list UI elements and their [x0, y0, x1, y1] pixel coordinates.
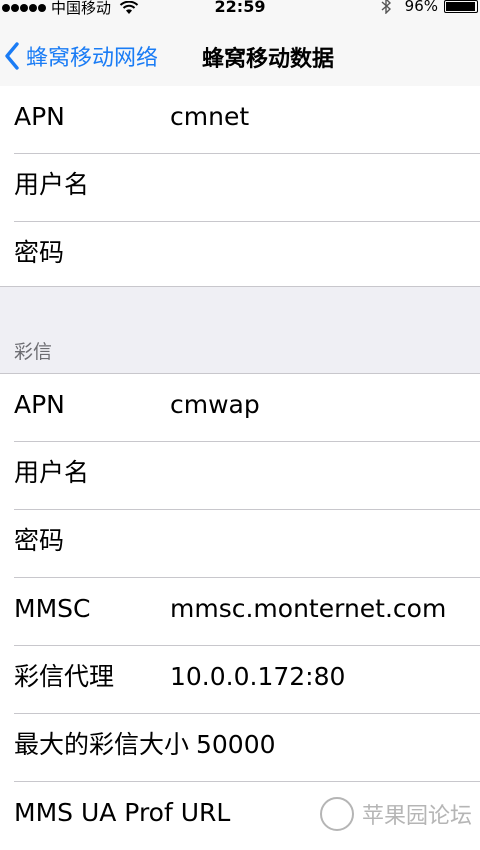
- mms-apn-field[interactable]: cmwap: [170, 374, 260, 442]
- status-bar: 中国移动 22:59 96%: [0, 0, 480, 20]
- row-label: APN: [14, 390, 65, 419]
- row-label: APN: [14, 102, 65, 131]
- navigation-bar: 蜂窝移动网络 蜂窝移动数据: [0, 20, 480, 90]
- status-right: 96%: [381, 0, 478, 15]
- list-item[interactable]: 用户名: [0, 442, 480, 510]
- row-label: MMS UA Prof URL: [14, 798, 231, 827]
- cellular-data-group: APN cmnet 用户名 密码: [0, 86, 480, 290]
- row-label: 彩信代理: [14, 662, 115, 691]
- mms-group: APN cmwap 用户名 密码 MMSC mmsc.monternet.com…: [0, 374, 480, 850]
- row-label: 密码: [14, 526, 65, 555]
- list-item[interactable]: APN cmwap: [0, 374, 480, 442]
- list-item[interactable]: 密码: [0, 510, 480, 578]
- watermark-text: 苹果园论坛: [361, 804, 472, 829]
- battery-fill: [446, 1, 475, 11]
- page-title: 蜂窝移动数据: [202, 47, 335, 72]
- list-item[interactable]: 用户名: [0, 154, 480, 222]
- list-item[interactable]: 彩信代理 10.0.0.172:80: [0, 646, 480, 714]
- list-item[interactable]: APN cmnet: [0, 86, 480, 154]
- chevron-left-icon: [5, 42, 19, 70]
- mms-max-size-field[interactable]: 50000: [196, 714, 276, 782]
- battery-percent: 96%: [404, 0, 438, 15]
- mmsc-field[interactable]: mmsc.monternet.com: [170, 578, 446, 646]
- apn-field[interactable]: cmnet: [170, 86, 249, 154]
- battery-icon: [444, 0, 478, 13]
- list-item[interactable]: MMSC mmsc.monternet.com: [0, 578, 480, 646]
- watermark: 苹果园论坛: [319, 797, 472, 831]
- back-button-label: 蜂窝移动网络: [26, 46, 159, 71]
- back-button[interactable]: 蜂窝移动网络: [4, 40, 158, 72]
- watermark-logo-icon: [319, 797, 354, 831]
- section-gap: 彩信: [0, 286, 480, 374]
- row-label: 用户名: [14, 458, 90, 487]
- row-label: MMSC: [14, 594, 91, 623]
- row-label: 密码: [14, 238, 65, 267]
- list-item[interactable]: 密码: [0, 222, 480, 290]
- mms-proxy-field[interactable]: 10.0.0.172:80: [170, 646, 345, 714]
- bluetooth-icon: [381, 0, 391, 14]
- row-label: 最大的彩信大小: [14, 730, 190, 759]
- section-header-mms: 彩信: [14, 341, 53, 363]
- list-item[interactable]: 最大的彩信大小 50000: [0, 714, 480, 782]
- row-label: 用户名: [14, 170, 90, 199]
